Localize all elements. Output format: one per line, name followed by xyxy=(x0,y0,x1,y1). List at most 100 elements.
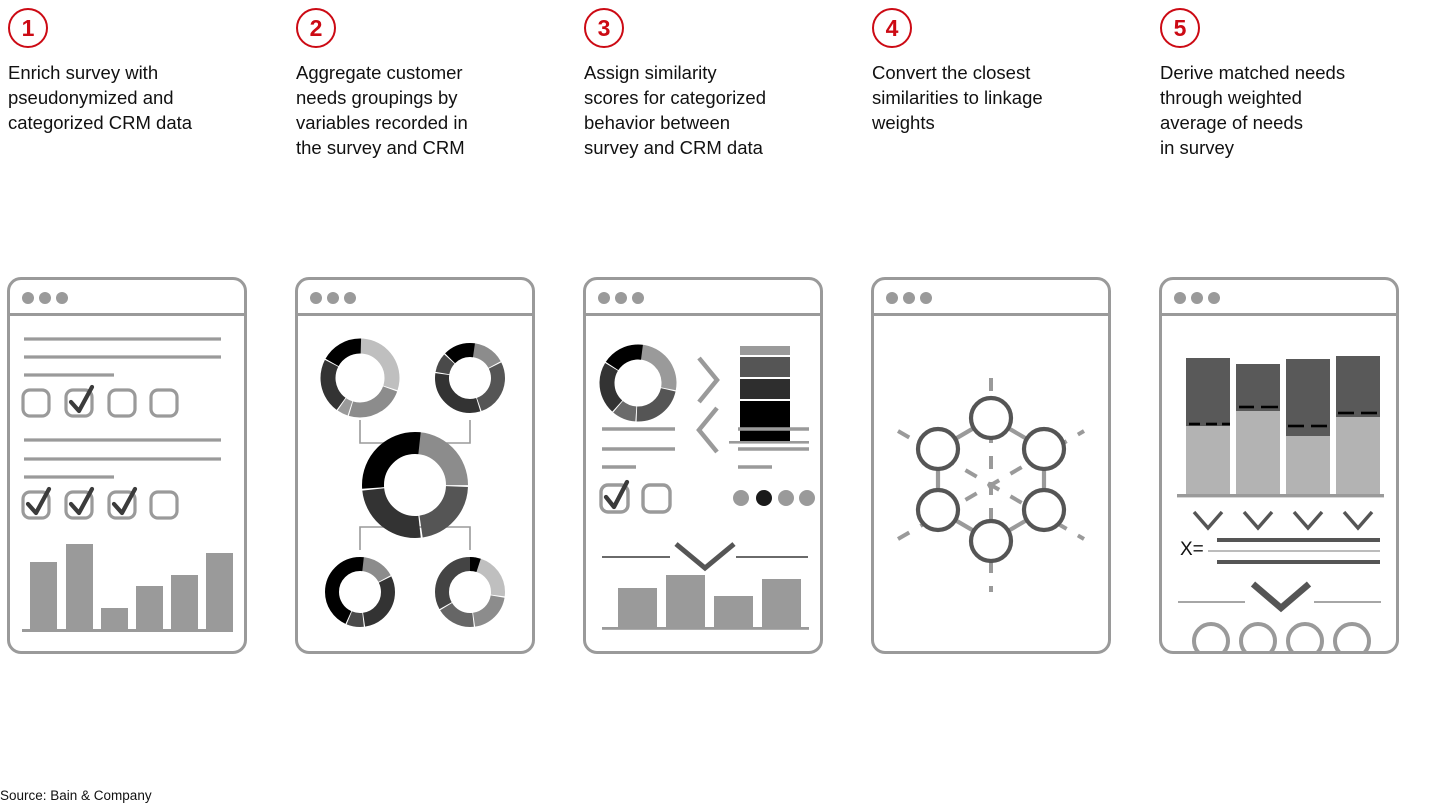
step-number-1: 1 xyxy=(21,14,35,41)
card-survey-form xyxy=(7,277,247,654)
donut-chart-bottom-right xyxy=(435,557,505,627)
window-dot-icon xyxy=(22,292,34,304)
node-bottom xyxy=(968,518,1014,564)
step-1: 1 Enrich survey with pseudonymized and c… xyxy=(0,0,288,160)
step-4: 4 Convert the closest similarities to li… xyxy=(864,0,1152,160)
chart-baseline xyxy=(602,627,809,630)
step-3: 3 Assign similarity scores for categoriz… xyxy=(576,0,864,160)
step-number-badge-5: 5 xyxy=(1160,8,1200,48)
window-dot-icon xyxy=(1191,292,1203,304)
circle-placeholder xyxy=(1239,622,1277,651)
checkbox-row-card3 xyxy=(599,479,672,514)
window-dot-icon xyxy=(632,292,644,304)
step-number-3: 3 xyxy=(597,14,611,41)
node-top-left xyxy=(915,426,961,472)
window-titlebar-2 xyxy=(298,280,532,316)
checkbox-row-1 xyxy=(21,384,179,418)
window-titlebar-3 xyxy=(586,280,820,316)
circle-placeholder xyxy=(1333,622,1371,651)
card-body-1 xyxy=(10,316,244,651)
step-number-badge-1: 1 xyxy=(8,8,48,48)
text-line-group-2 xyxy=(24,438,221,479)
dot-active xyxy=(756,490,772,506)
window-dot-icon xyxy=(39,292,51,304)
formula-label: X= xyxy=(1180,539,1204,560)
infographic-root: 1 Enrich survey with pseudonymized and c… xyxy=(0,0,1440,810)
chart-baseline xyxy=(729,441,809,444)
window-dot-icon xyxy=(615,292,627,304)
window-titlebar-4 xyxy=(874,280,1108,316)
donut-chart-bottom-left xyxy=(325,557,395,627)
window-dot-icon xyxy=(1174,292,1186,304)
chevron-down-icon xyxy=(1250,581,1312,613)
chevron-down-icon xyxy=(1242,510,1274,531)
step-number-5: 5 xyxy=(1173,14,1187,41)
card-body-4 xyxy=(874,316,1108,651)
circle-placeholder xyxy=(1192,622,1230,651)
circles-row xyxy=(1192,622,1371,651)
card-weighted-average: X= xyxy=(1159,277,1399,654)
node-top xyxy=(968,395,1014,441)
node-bottom-left xyxy=(915,487,961,533)
step-number-badge-3: 3 xyxy=(584,8,624,48)
cards-row: X= xyxy=(0,277,1440,654)
card-body-5: X= xyxy=(1162,316,1396,651)
chevron-down-icon xyxy=(674,542,736,572)
step-number-badge-2: 2 xyxy=(296,8,336,48)
card-slot-3 xyxy=(576,277,864,654)
window-dot-icon xyxy=(327,292,339,304)
step-number-2: 2 xyxy=(309,14,323,41)
comparison-chevrons-icon xyxy=(696,356,720,454)
step-description-1: Enrich survey with pseudonymized and cat… xyxy=(8,62,193,133)
chart-baseline xyxy=(1177,494,1384,498)
node-top-right xyxy=(1021,426,1067,472)
step-description-2: Aggregate customer needs groupings by va… xyxy=(296,62,468,158)
formula-lines xyxy=(1208,538,1380,564)
window-dot-icon xyxy=(56,292,68,304)
card-body-3 xyxy=(586,316,820,651)
card-linkage-weights xyxy=(871,277,1111,654)
chevron-down-icon xyxy=(1342,510,1374,531)
bar-chart-card3 xyxy=(602,575,809,630)
donut-chart-top-left xyxy=(320,338,400,418)
source-note: Source: Bain & Company xyxy=(0,788,152,803)
step-description-3: Assign similarity scores for categorized… xyxy=(584,62,767,158)
donut-chart-card3 xyxy=(599,344,677,422)
card-slot-4 xyxy=(864,277,1152,654)
card-body-2 xyxy=(298,316,532,651)
window-dot-icon xyxy=(920,292,932,304)
card-slot-1 xyxy=(0,277,288,654)
window-titlebar-5 xyxy=(1162,280,1396,316)
stacked-bars-card5 xyxy=(1177,356,1384,498)
step-description-4: Convert the closest similarities to link… xyxy=(872,62,1043,133)
card-similarity-scores xyxy=(583,277,823,654)
window-titlebar-1 xyxy=(10,280,244,316)
steps-row: 1 Enrich survey with pseudonymized and c… xyxy=(0,0,1440,160)
step-2: 2 Aggregate customer needs groupings by … xyxy=(288,0,576,160)
circle-placeholder xyxy=(1286,622,1324,651)
window-dot-icon xyxy=(310,292,322,304)
donut-chart-top-right xyxy=(435,343,505,413)
bar-chart-card1 xyxy=(22,544,233,632)
dots-indicator-card3 xyxy=(733,490,815,506)
node-bottom-right xyxy=(1021,487,1067,533)
chart-baseline xyxy=(22,629,233,632)
chevron-down-icon xyxy=(1192,510,1224,531)
divider-chevron-card5 xyxy=(1178,581,1381,613)
donut-chart-center xyxy=(362,432,468,538)
card-needs-groupings xyxy=(295,277,535,654)
window-dot-icon xyxy=(1208,292,1220,304)
step-description-5: Derive matched needs through weighted av… xyxy=(1160,62,1346,158)
card-slot-5: X= xyxy=(1152,277,1440,654)
checkbox-row-2 xyxy=(21,486,179,520)
window-dot-icon xyxy=(886,292,898,304)
step-number-badge-4: 4 xyxy=(872,8,912,48)
window-dot-icon xyxy=(598,292,610,304)
window-dot-icon xyxy=(344,292,356,304)
divider-chevron-card3 xyxy=(602,542,808,572)
card-slot-2 xyxy=(288,277,576,654)
window-dot-icon xyxy=(903,292,915,304)
small-chevrons-row xyxy=(1192,510,1374,531)
chevron-down-icon xyxy=(1292,510,1324,531)
text-line-group-1 xyxy=(24,337,221,377)
